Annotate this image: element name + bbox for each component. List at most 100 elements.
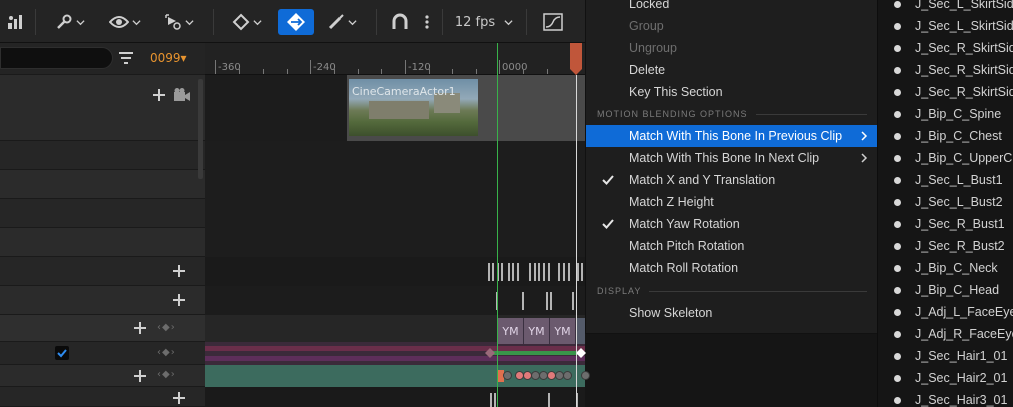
weight-track-row[interactable]: ‹◆›	[0, 342, 205, 365]
camera-icon[interactable]	[174, 88, 190, 102]
menu-item-match-xy-translation[interactable]: Match X and Y Translation	[586, 169, 878, 191]
bone-item[interactable]: J_Sec_Hair2_01	[878, 367, 1013, 389]
transform-key[interactable]	[581, 371, 590, 380]
bone-item[interactable]: J_Sec_L_Bust1	[878, 169, 1013, 191]
menu-item-delete[interactable]: Delete	[586, 59, 878, 81]
track-row[interactable]	[0, 199, 205, 228]
more-options-button[interactable]	[420, 9, 434, 35]
bone-item[interactable]: J_Adj_L_FaceEye	[878, 301, 1013, 323]
bone-item[interactable]: J_Bip_C_UpperChest	[878, 147, 1013, 169]
add-track-plus-icon[interactable]	[173, 392, 185, 404]
animation-section-hatched[interactable]	[576, 318, 585, 344]
filter-icon[interactable]	[119, 52, 133, 64]
weight-key[interactable]	[485, 348, 495, 358]
playback-start-line[interactable]	[497, 43, 498, 407]
magnet-snap-button[interactable]	[388, 9, 412, 35]
checkbox-checked-icon[interactable]	[55, 346, 69, 360]
key-navigation-icons[interactable]: ‹◆›	[157, 369, 176, 380]
menu-item-match-pitch-rotation[interactable]: Match Pitch Rotation	[586, 235, 878, 257]
bone-dot-icon	[894, 44, 901, 52]
event-keys-row-2[interactable]	[485, 292, 585, 310]
key-interpolation-menu-button[interactable]	[228, 9, 266, 35]
menu-item-ungroup[interactable]: Ungroup	[586, 37, 878, 59]
playhead-line[interactable]	[576, 75, 577, 407]
curve-editor-button[interactable]	[542, 9, 564, 35]
menu-item-match-previous-clip[interactable]: Match With This Bone In Previous Clip	[586, 125, 878, 147]
track-row[interactable]	[0, 228, 205, 257]
bone-item[interactable]: J_Bip_C_Chest	[878, 125, 1013, 147]
snap-toggle-button[interactable]	[278, 9, 314, 35]
skeleton-tree-icon[interactable]	[4, 9, 26, 35]
checkmark-icon	[602, 175, 614, 185]
track-row[interactable]	[0, 141, 205, 170]
toolbar-separator	[526, 9, 527, 35]
bone-item[interactable]: J_Sec_R_SkirtSide	[878, 37, 1013, 59]
bone-item[interactable]: J_Sec_R_Bust2	[878, 235, 1013, 257]
add-track-plus-icon[interactable]	[134, 322, 146, 334]
menu-item-match-roll-rotation[interactable]: Match Roll Rotation	[586, 257, 878, 279]
bone-item[interactable]: J_Sec_R_SkirtSide	[878, 59, 1013, 81]
add-track-plus-icon[interactable]	[134, 370, 146, 382]
empty-track-lane[interactable]	[205, 141, 585, 257]
bone-item[interactable]: J_Sec_Hair3_01	[878, 389, 1013, 407]
menu-item-match-z-height[interactable]: Match Z Height	[586, 191, 878, 213]
key-navigation-icons[interactable]: ‹◆›	[157, 347, 176, 358]
bone-item[interactable]: J_Bip_C_Spine	[878, 103, 1013, 125]
add-track-plus-icon[interactable]	[173, 265, 185, 277]
bone-name: J_Bip_C_Spine	[915, 107, 1002, 121]
weight-key[interactable]	[576, 348, 586, 358]
bone-item[interactable]: J_Sec_L_SkirtSide	[878, 15, 1013, 37]
draw-menu-button[interactable]	[322, 9, 362, 35]
animation-section[interactable]: YM	[524, 318, 550, 344]
bone-item[interactable]: J_Sec_L_SkirtSide	[878, 0, 1013, 15]
transform-key[interactable]	[563, 371, 572, 380]
camera-section[interactable]: CineCameraActor1	[347, 75, 585, 141]
add-track-plus-icon[interactable]	[173, 294, 185, 306]
track-row[interactable]	[0, 286, 205, 315]
bone-item[interactable]: J_Bip_C_Head	[878, 279, 1013, 301]
chevron-down-icon	[348, 19, 357, 25]
add-track-plus-icon[interactable]	[153, 89, 165, 101]
frame-rate-dropdown[interactable]: 12 fps	[452, 9, 516, 35]
animation-section[interactable]: YM	[498, 318, 524, 344]
camera-track-row[interactable]	[0, 75, 205, 141]
track-row[interactable]	[0, 387, 205, 407]
animation-section[interactable]: YM	[550, 318, 576, 344]
key-navigation-icons[interactable]: ‹◆›	[157, 322, 176, 333]
event-keys-row-1[interactable]	[485, 263, 585, 281]
track-row[interactable]	[0, 170, 205, 199]
menu-item-label: Match Pitch Rotation	[629, 239, 745, 253]
event-keys-row-3[interactable]	[485, 393, 585, 407]
bone-dot-icon	[894, 374, 901, 382]
menu-item-match-yaw-rotation[interactable]: Match Yaw Rotation	[586, 213, 878, 235]
transform-track-row[interactable]: ‹◆›	[0, 365, 205, 387]
menu-item-match-next-clip[interactable]: Match With This Bone In Next Clip	[586, 147, 878, 169]
current-frame-display[interactable]: 0099▾	[150, 51, 187, 65]
menu-item-key-this-section[interactable]: Key This Section	[586, 81, 878, 103]
menu-item-group[interactable]: Group	[586, 15, 878, 37]
menu-item-locked[interactable]: Locked	[586, 0, 878, 15]
track-row[interactable]	[0, 257, 205, 286]
bone-item[interactable]: J_Bip_C_Neck	[878, 257, 1013, 279]
bone-dot-icon	[894, 22, 901, 30]
sequencer-timeline[interactable]: -360 -240 -120 0000 CineCameraActor1 YM …	[205, 43, 590, 407]
auto-key-menu-button[interactable]	[160, 9, 198, 35]
section-label: YM	[554, 324, 571, 338]
weight-track-lane[interactable]	[205, 342, 585, 365]
skeletal-track-row[interactable]: ‹◆›	[0, 315, 205, 342]
snap-active-icon	[287, 13, 305, 31]
ruler-tick	[476, 69, 477, 74]
playhead-marker[interactable]	[569, 43, 583, 75]
bone-item[interactable]: J_Sec_L_Bust2	[878, 191, 1013, 213]
transform-key[interactable]	[503, 371, 512, 380]
view-menu-button[interactable]	[106, 9, 144, 35]
menu-item-show-skeleton[interactable]: Show Skeleton	[586, 302, 878, 324]
time-ruler[interactable]: -360 -240 -120 0000	[205, 43, 585, 75]
track-search-input[interactable]	[0, 47, 113, 69]
outliner-scrollbar[interactable]	[198, 79, 203, 179]
bone-item[interactable]: J_Sec_R_SkirtSide	[878, 81, 1013, 103]
bone-item[interactable]: J_Adj_R_FaceEye	[878, 323, 1013, 345]
bone-item[interactable]: J_Sec_R_Bust1	[878, 213, 1013, 235]
bone-item[interactable]: J_Sec_Hair1_01	[878, 345, 1013, 367]
tools-menu-button[interactable]	[52, 9, 88, 35]
